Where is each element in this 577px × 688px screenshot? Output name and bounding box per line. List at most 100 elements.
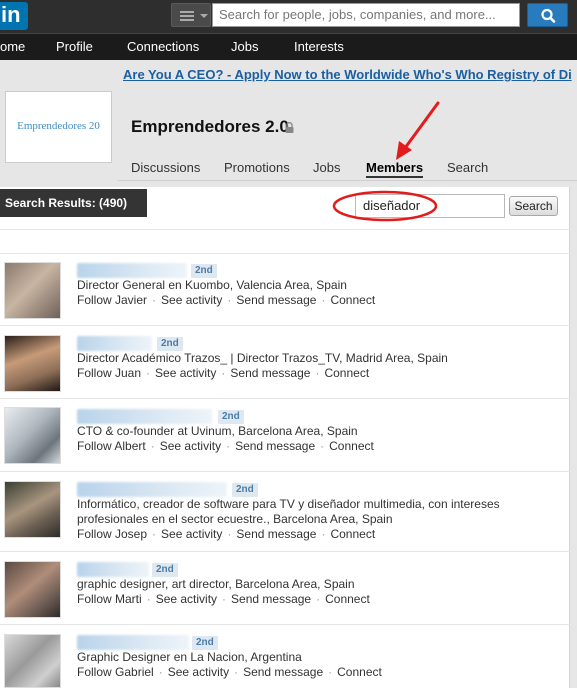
- row-divider: [0, 624, 570, 625]
- member-actions: Follow Marti · See activity · Send message · C…: [77, 592, 370, 606]
- member-avatar[interactable]: [4, 561, 61, 618]
- page: in Search for people, jobs, companies, a…: [0, 0, 577, 688]
- separator: ·: [152, 527, 157, 541]
- members-search-button[interactable]: Search: [509, 196, 558, 216]
- degree-badge: 2nd: [152, 563, 178, 577]
- member-name-blurred[interactable]: [77, 336, 152, 351]
- global-search-button[interactable]: [527, 3, 568, 27]
- member-headline: Director Académico Trazos_ | Director Tr…: [77, 351, 448, 365]
- follow-link[interactable]: Follow Gabriel: [77, 665, 154, 679]
- separator: ·: [315, 366, 320, 380]
- degree-badge: 2nd: [232, 483, 258, 497]
- row-divider: [0, 398, 570, 399]
- connect-link[interactable]: Connect: [324, 366, 369, 380]
- separator: ·: [221, 366, 226, 380]
- top-bar: in Search for people, jobs, companies, a…: [0, 0, 577, 33]
- separator: ·: [158, 665, 163, 679]
- member-actions: Follow Gabriel · See activity · Send message…: [77, 665, 382, 679]
- group-logo[interactable]: Emprendedores 20: [5, 91, 112, 163]
- separator: ·: [328, 665, 333, 679]
- row-divider: [0, 551, 570, 552]
- linkedin-logo[interactable]: in: [0, 2, 28, 30]
- member-avatar[interactable]: [4, 335, 61, 392]
- member-avatar[interactable]: [4, 262, 61, 319]
- follow-link[interactable]: Follow Juan: [77, 366, 141, 380]
- send-message-link[interactable]: Send message: [243, 665, 323, 679]
- member-headline: graphic designer, art director, Barcelon…: [77, 577, 355, 591]
- row-divider: [0, 471, 570, 472]
- see-activity-link[interactable]: See activity: [161, 527, 222, 541]
- tab-promotions[interactable]: Promotions: [224, 160, 290, 175]
- nav-profile[interactable]: Profile: [56, 34, 93, 60]
- separator: ·: [226, 439, 231, 453]
- tab-members[interactable]: Members: [366, 160, 424, 178]
- member-name-blurred[interactable]: [77, 562, 149, 577]
- see-activity-link[interactable]: See activity: [161, 293, 222, 307]
- separator: ·: [222, 592, 227, 606]
- connect-link[interactable]: Connect: [330, 527, 375, 541]
- annotation-arrowhead: [396, 141, 412, 160]
- degree-badge: 2nd: [218, 410, 244, 424]
- send-message-link[interactable]: Send message: [235, 439, 315, 453]
- degree-badge: 2nd: [191, 264, 217, 278]
- separator: ·: [227, 293, 232, 307]
- tabs-divider: [118, 180, 577, 181]
- follow-link[interactable]: Follow Albert: [77, 439, 146, 453]
- row-divider: [0, 325, 570, 326]
- separator: ·: [150, 439, 155, 453]
- list-icon: [180, 11, 194, 21]
- follow-link[interactable]: Follow Marti: [77, 592, 142, 606]
- separator: ·: [146, 366, 151, 380]
- members-search-input[interactable]: diseñador: [355, 194, 505, 218]
- follow-link[interactable]: Follow Josep: [77, 527, 147, 541]
- separator: ·: [146, 592, 151, 606]
- tab-search[interactable]: Search: [447, 160, 488, 175]
- see-activity-link[interactable]: See activity: [160, 439, 221, 453]
- see-activity-link[interactable]: See activity: [155, 366, 216, 380]
- member-name-blurred[interactable]: [77, 482, 227, 497]
- send-message-link[interactable]: Send message: [236, 293, 316, 307]
- nav-interests[interactable]: Interests: [294, 34, 344, 60]
- search-icon: [541, 8, 556, 23]
- separator: ·: [152, 293, 157, 307]
- nav-connections[interactable]: Connections: [127, 34, 199, 60]
- member-avatar[interactable]: [4, 634, 61, 688]
- send-message-link[interactable]: Send message: [230, 366, 310, 380]
- annotation-arrow: [403, 101, 440, 150]
- results-count-label: Search Results: (490): [0, 189, 147, 217]
- member-headline: CTO & co-founder at Uvinum, Barcelona Ar…: [77, 424, 358, 438]
- see-activity-link[interactable]: See activity: [168, 665, 229, 679]
- separator: ·: [321, 293, 326, 307]
- member-actions: Follow Albert · See activity · Send message ·…: [77, 439, 374, 453]
- member-name-blurred[interactable]: [77, 409, 212, 424]
- member-avatar[interactable]: [4, 407, 61, 464]
- group-title: Emprendedores 2.0: [131, 117, 289, 136]
- tab-jobs[interactable]: Jobs: [313, 160, 340, 175]
- send-message-link[interactable]: Send message: [236, 527, 316, 541]
- member-name-blurred[interactable]: [77, 263, 187, 278]
- degree-badge: 2nd: [192, 636, 218, 650]
- search-type-dropdown[interactable]: [171, 3, 211, 27]
- lock-icon: [285, 122, 294, 133]
- connect-link[interactable]: Connect: [337, 665, 382, 679]
- nav-jobs[interactable]: Jobs: [231, 34, 258, 60]
- panel-divider: [0, 229, 570, 230]
- see-activity-link[interactable]: See activity: [156, 592, 217, 606]
- member-name-blurred[interactable]: [77, 635, 189, 650]
- member-headline: Graphic Designer en La Nacion, Argentina: [77, 650, 302, 664]
- tab-discussions[interactable]: Discussions: [131, 160, 200, 175]
- send-message-link[interactable]: Send message: [231, 592, 311, 606]
- ad-link[interactable]: Are You A CEO? - Apply Now to the Worldw…: [123, 67, 572, 82]
- connect-link[interactable]: Connect: [329, 439, 374, 453]
- nav-home[interactable]: ome: [0, 34, 25, 60]
- follow-link[interactable]: Follow Javier: [77, 293, 147, 307]
- global-search-input[interactable]: Search for people, jobs, companies, and …: [212, 3, 520, 27]
- member-avatar[interactable]: [4, 481, 61, 538]
- member-actions: Follow Javier · See activity · Send message ·…: [77, 293, 375, 307]
- connect-link[interactable]: Connect: [325, 592, 370, 606]
- connect-link[interactable]: Connect: [330, 293, 375, 307]
- separator: ·: [234, 665, 239, 679]
- member-headline: Director General en Kuombo, Valencia Are…: [77, 278, 347, 292]
- chevron-down-icon: [200, 14, 208, 18]
- group-logo-text: Emprendedores 20: [17, 120, 100, 132]
